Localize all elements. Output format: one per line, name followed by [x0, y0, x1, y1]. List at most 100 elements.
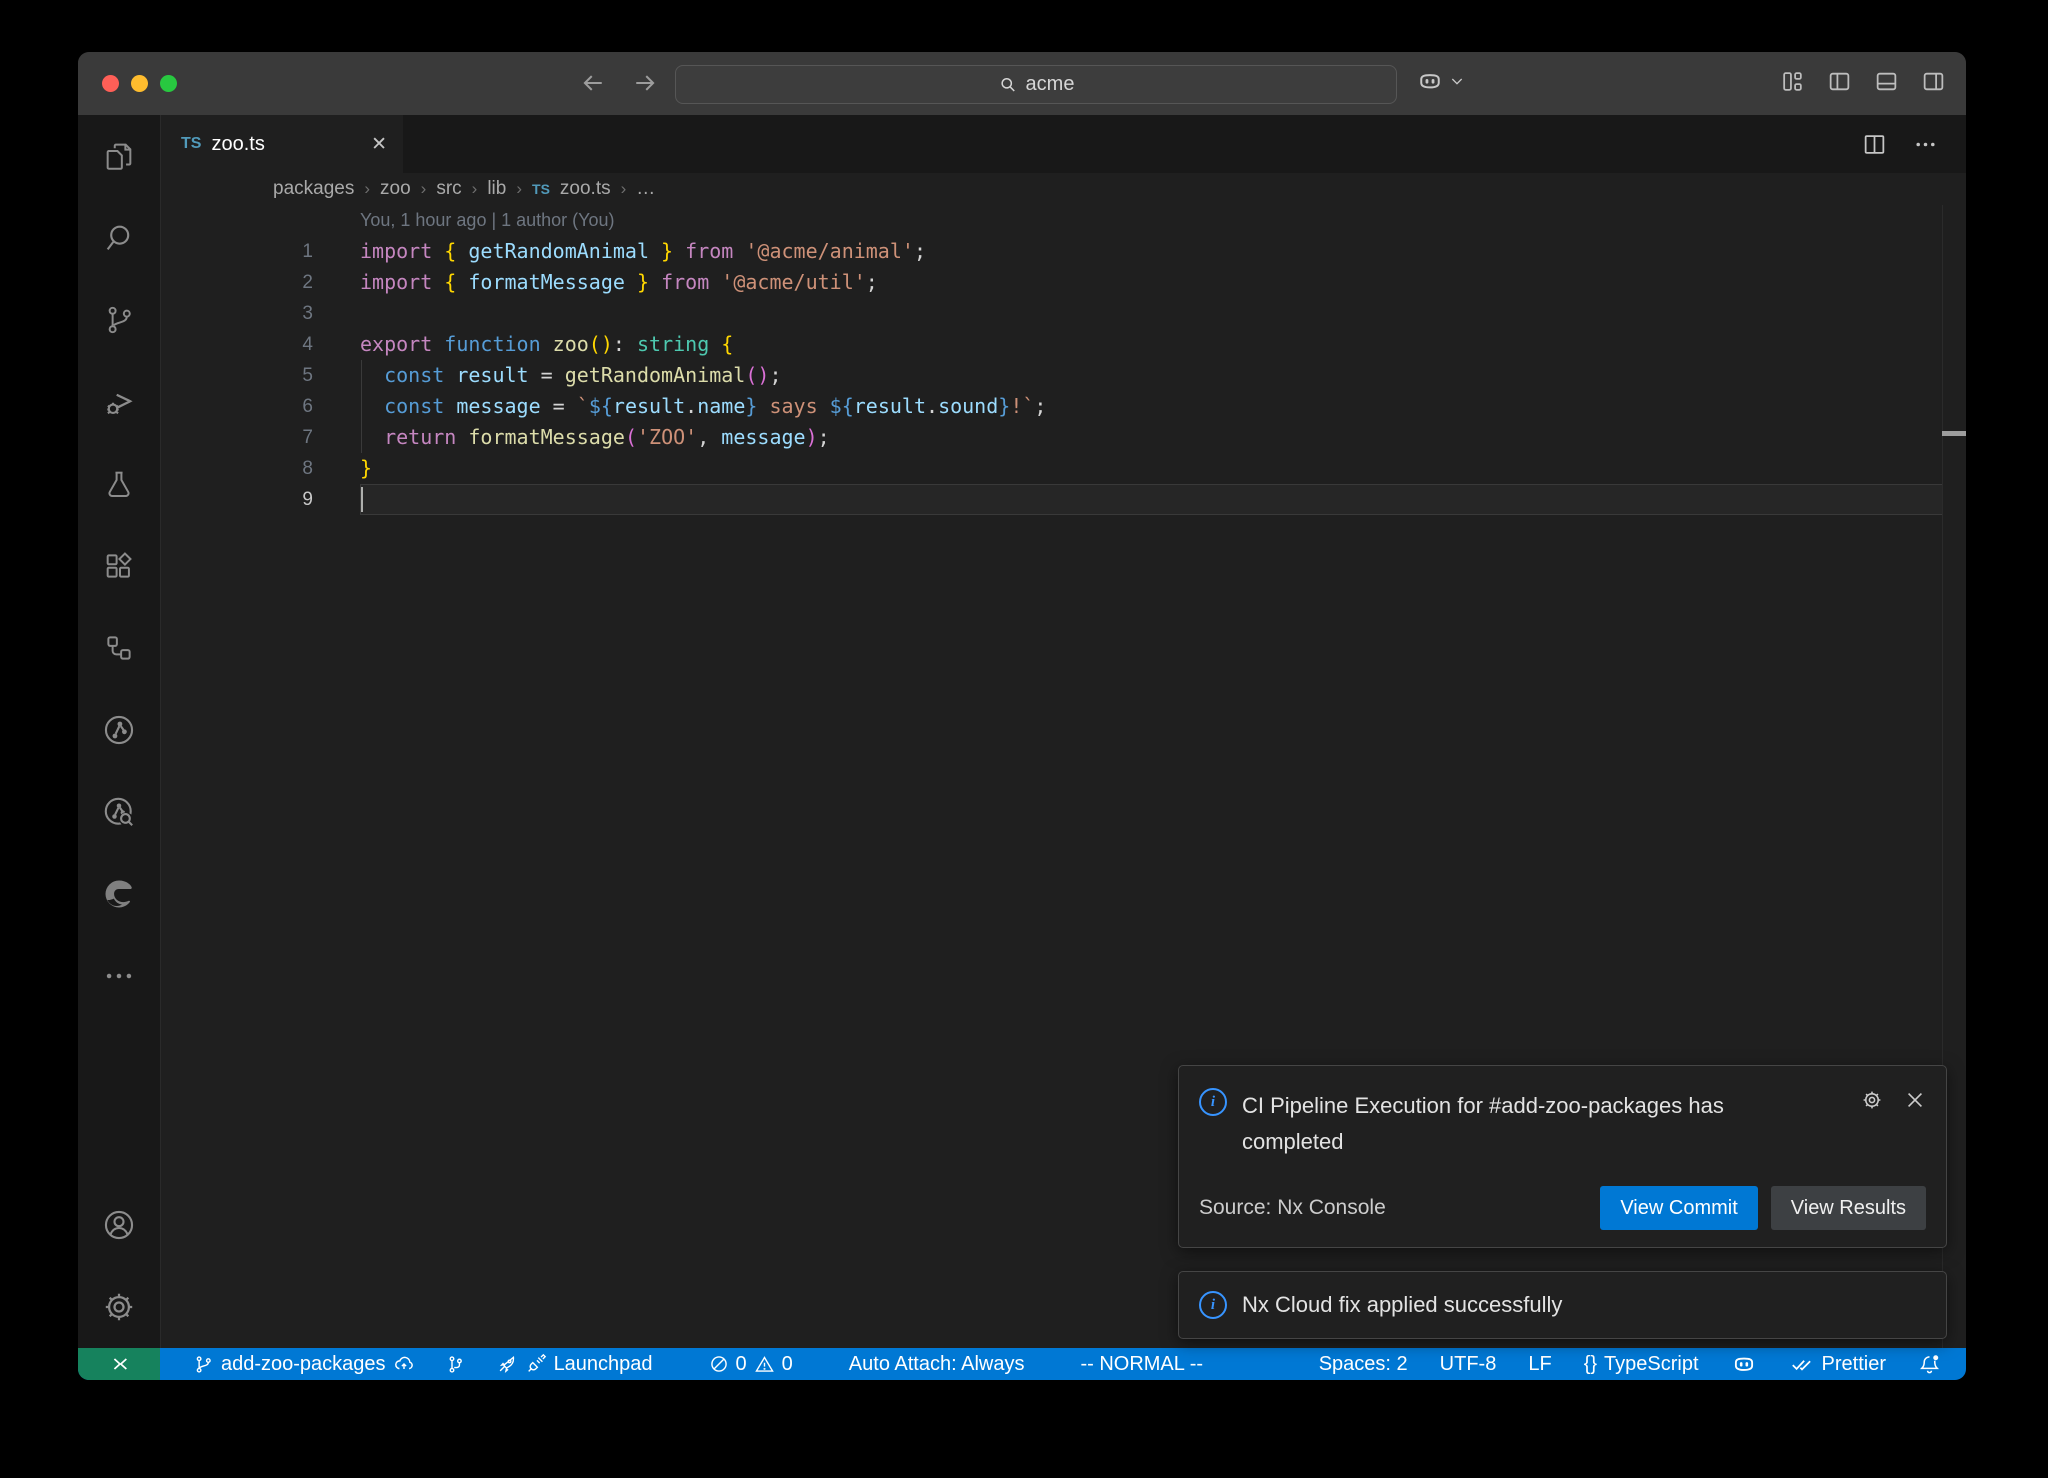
run-debug-icon[interactable]: [78, 361, 160, 443]
breadcrumb-item[interactable]: zoo: [380, 178, 411, 200]
nav-back-icon[interactable]: [578, 68, 608, 98]
more-actions-icon[interactable]: [1913, 132, 1938, 157]
code-content: const result = getRandomAnimal();: [313, 360, 781, 391]
eol-item[interactable]: LF: [1517, 1353, 1562, 1376]
code-token: [360, 394, 384, 418]
code-content: }: [313, 453, 372, 484]
code-token: import: [360, 239, 444, 263]
toggle-primary-sidebar-icon[interactable]: [1827, 69, 1852, 94]
code-token: function: [444, 332, 552, 356]
code-token: sound: [938, 394, 998, 418]
line-number: 6: [161, 391, 313, 422]
notifications-bell-item[interactable]: [1907, 1353, 1952, 1376]
code-token: }: [998, 394, 1010, 418]
code-token: import: [360, 270, 444, 294]
commit-graph-search-icon[interactable]: [78, 771, 160, 853]
copilot-status-item[interactable]: [1720, 1351, 1768, 1377]
command-center-search[interactable]: acme: [675, 65, 1397, 104]
code-token: ,: [697, 425, 721, 449]
launchpad-item[interactable]: Launchpad: [485, 1353, 664, 1376]
code-line[interactable]: 3: [161, 298, 1966, 329]
breadcrumb-file[interactable]: zoo.ts: [560, 178, 611, 200]
typescript-file-icon: TS: [532, 181, 550, 197]
code-token: const: [384, 363, 456, 387]
close-window-button[interactable]: [102, 75, 119, 92]
extensions-icon[interactable]: [78, 525, 160, 607]
code-token: `: [577, 394, 589, 418]
zoom-window-button[interactable]: [160, 75, 177, 92]
code-line[interactable]: 2import { formatMessage } from '@acme/ut…: [161, 267, 1966, 298]
chevron-right-icon: ›: [421, 179, 427, 199]
git-branch-item[interactable]: add-zoo-packages: [182, 1353, 426, 1376]
toggle-secondary-sidebar-icon[interactable]: [1921, 69, 1946, 94]
settings-gear-icon[interactable]: [78, 1266, 160, 1348]
formatter-label: Prettier: [1822, 1353, 1886, 1376]
problems-item[interactable]: 0 0: [698, 1353, 804, 1376]
code-line[interactable]: 4export function zoo(): string {: [161, 329, 1966, 360]
overview-ruler-mark: [1942, 431, 1966, 436]
nav-forward-icon[interactable]: [630, 68, 660, 98]
encoding-item[interactable]: UTF-8: [1429, 1353, 1508, 1376]
language-mode-item[interactable]: {} TypeScript: [1573, 1353, 1710, 1376]
chevron-right-icon: ›: [516, 179, 522, 199]
traffic-lights: [102, 75, 177, 92]
code-token: result: [613, 394, 685, 418]
breadcrumb-item[interactable]: lib: [487, 178, 506, 200]
code-token: (: [625, 425, 637, 449]
notification-message: Nx Cloud fix applied successfully: [1242, 1292, 1562, 1318]
commit-graph-icon[interactable]: [78, 689, 160, 771]
more-extensions-icon[interactable]: [78, 935, 160, 1017]
double-check-icon: [1789, 1351, 1815, 1377]
branch-name: add-zoo-packages: [221, 1353, 386, 1376]
git-graph-item[interactable]: [434, 1354, 477, 1375]
code-token: const: [384, 394, 456, 418]
testing-icon[interactable]: [78, 443, 160, 525]
code-token: ;: [1034, 394, 1046, 418]
notification-center: i CI Pipeline Execution for #add-zoo-pac…: [1178, 1065, 1947, 1339]
code-line[interactable]: 1import { getRandomAnimal } from '@acme/…: [161, 236, 1966, 267]
code-token: from: [649, 270, 721, 294]
code-token: getRandomAnimal: [468, 239, 649, 263]
errors-count: 0: [736, 1353, 747, 1376]
code-content: export function zoo(): string {: [313, 329, 733, 360]
view-results-button[interactable]: View Results: [1771, 1186, 1926, 1230]
auto-attach-item[interactable]: Auto Attach: Always: [838, 1353, 1036, 1376]
code-token: message: [721, 425, 805, 449]
minimize-window-button[interactable]: [131, 75, 148, 92]
toggle-panel-icon[interactable]: [1874, 69, 1899, 94]
code-token: ;: [866, 270, 878, 294]
explorer-icon[interactable]: [78, 115, 160, 197]
accounts-icon[interactable]: [78, 1184, 160, 1266]
notification-close-icon[interactable]: [1904, 1089, 1926, 1111]
indentation-item[interactable]: Spaces: 2: [1308, 1353, 1419, 1376]
code-line[interactable]: 7 return formatMessage('ZOO', message);: [161, 422, 1966, 453]
customize-layout-icon[interactable]: [1780, 69, 1805, 94]
notification-message: CI Pipeline Execution for #add-zoo-packa…: [1242, 1088, 1848, 1160]
tab-zoo-ts[interactable]: TS zoo.ts ✕: [161, 115, 403, 173]
code-line[interactable]: 5 const result = getRandomAnimal();: [161, 360, 1966, 391]
breadcrumb-item[interactable]: packages: [273, 178, 354, 200]
search-sidebar-icon[interactable]: [78, 197, 160, 279]
current-line-highlight: [360, 484, 1943, 515]
source-control-icon[interactable]: [78, 279, 160, 361]
view-commit-button[interactable]: View Commit: [1600, 1186, 1757, 1230]
breadcrumb-item[interactable]: src: [436, 178, 461, 200]
info-icon: i: [1199, 1291, 1227, 1319]
chevron-down-icon[interactable]: [1449, 73, 1465, 89]
git-blame-annotation[interactable]: You, 1 hour ago | 1 author (You): [161, 205, 1966, 236]
code-content: [313, 298, 360, 329]
split-editor-icon[interactable]: [1862, 132, 1887, 157]
copilot-icon[interactable]: [1416, 67, 1444, 95]
notification-settings-gear-icon[interactable]: [1860, 1088, 1884, 1112]
git-graph-icon: [445, 1354, 466, 1375]
vim-mode-item[interactable]: -- NORMAL --: [1069, 1353, 1214, 1376]
code-line[interactable]: 8}: [161, 453, 1966, 484]
code-line[interactable]: 6 const message = `${result.name} says $…: [161, 391, 1966, 422]
nx-console-icon[interactable]: [78, 607, 160, 689]
remote-indicator[interactable]: [78, 1348, 160, 1380]
edge-browser-icon[interactable]: [78, 853, 160, 935]
tab-close-icon[interactable]: ✕: [371, 133, 387, 156]
code-token: (): [589, 332, 613, 356]
formatter-item[interactable]: Prettier: [1778, 1351, 1897, 1377]
breadcrumb-more[interactable]: …: [636, 178, 655, 200]
